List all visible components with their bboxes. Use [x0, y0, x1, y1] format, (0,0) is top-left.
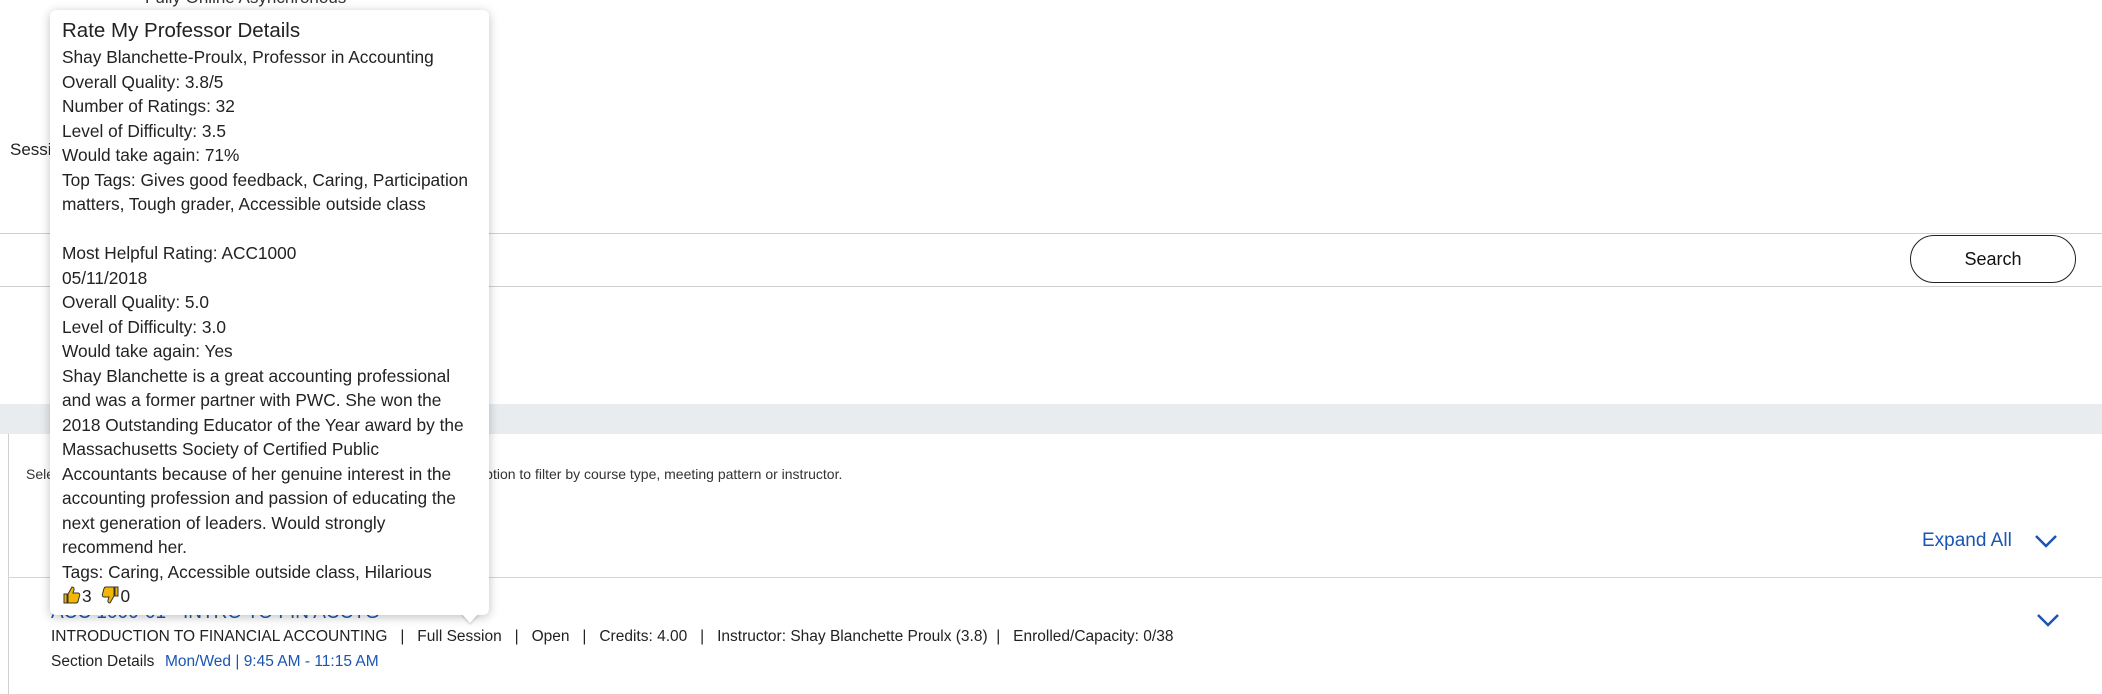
section-time-link[interactable]: Mon/Wed | 9:45 AM - 11:15 AM — [165, 653, 379, 671]
popup-title: Rate My Professor Details — [62, 19, 301, 42]
session-label: Sessi — [10, 140, 52, 159]
thumbs-down-count: 0 — [120, 586, 131, 606]
rating-line: accounting profession and passion of edu… — [62, 488, 456, 508]
rating-line: recommend her. — [62, 537, 187, 557]
search-button[interactable]: Search — [1910, 235, 2076, 283]
chevron-down-icon — [2034, 535, 2057, 548]
rating-line: and was a former partner with PWC. She w… — [62, 390, 442, 410]
expand-all-label: Expand All — [1922, 530, 2012, 551]
rating-line: Tags: Caring, Accessible outside class, … — [62, 561, 432, 582]
popup-line: Top Tags: Gives good feedback, Caring, P… — [62, 169, 469, 190]
section-details-label: Section Details — [51, 653, 155, 670]
popup-line: Number of Ratings: 32 — [62, 96, 235, 116]
expand-all-button[interactable]: Expand All — [1922, 530, 2058, 552]
rating-line: Level of Difficulty: 3.0 — [62, 316, 226, 337]
rating-line: 05/11/2018 — [62, 267, 148, 288]
thumbs-up-count: 3 — [82, 586, 92, 606]
votes: 3 0 — [62, 584, 477, 609]
thumbs-up-icon — [63, 586, 81, 604]
rating-line: Overall Quality: 5.0 — [62, 292, 209, 312]
left-border — [8, 434, 9, 694]
instructions-suffix: the option to filter by course type, mee… — [454, 466, 843, 482]
rating-line: Massachusetts Society of Certified Publi… — [62, 439, 379, 459]
rating-line: Accountants because of her genuine inter… — [62, 463, 452, 484]
rmp-popup: Rate My Professor Details Shay Blanchett… — [50, 10, 489, 615]
popup-line: Shay Blanchette-Proulx, Professor in Acc… — [62, 47, 434, 67]
popup-pointer — [461, 613, 479, 623]
course-meta: INTRODUCTION TO FINANCIAL ACCOUNTING | F… — [51, 628, 1174, 645]
rating-line: Most Helpful Rating: ACC1000 — [62, 243, 297, 263]
delivery-mode-text: Fully Online Asynchronous — [145, 0, 346, 8]
chevron-down-icon[interactable] — [2036, 613, 2060, 627]
popup-line: matters, Tough grader, Accessible outsid… — [62, 194, 426, 214]
rating-line: next generation of leaders. Would strong… — [62, 512, 386, 533]
popup-line: Would take again: 71% — [62, 145, 240, 165]
popup-line: Level of Difficulty: 3.5 — [62, 120, 226, 141]
popup-line: Overall Quality: 3.8/5 — [62, 71, 224, 92]
rating-line: Would take again: Yes — [62, 341, 233, 361]
rating-line: Shay Blanchette is a great accounting pr… — [62, 365, 451, 386]
rating-line: 2018 Outstanding Educator of the Year aw… — [62, 414, 464, 435]
thumbs-down-icon — [102, 586, 119, 604]
